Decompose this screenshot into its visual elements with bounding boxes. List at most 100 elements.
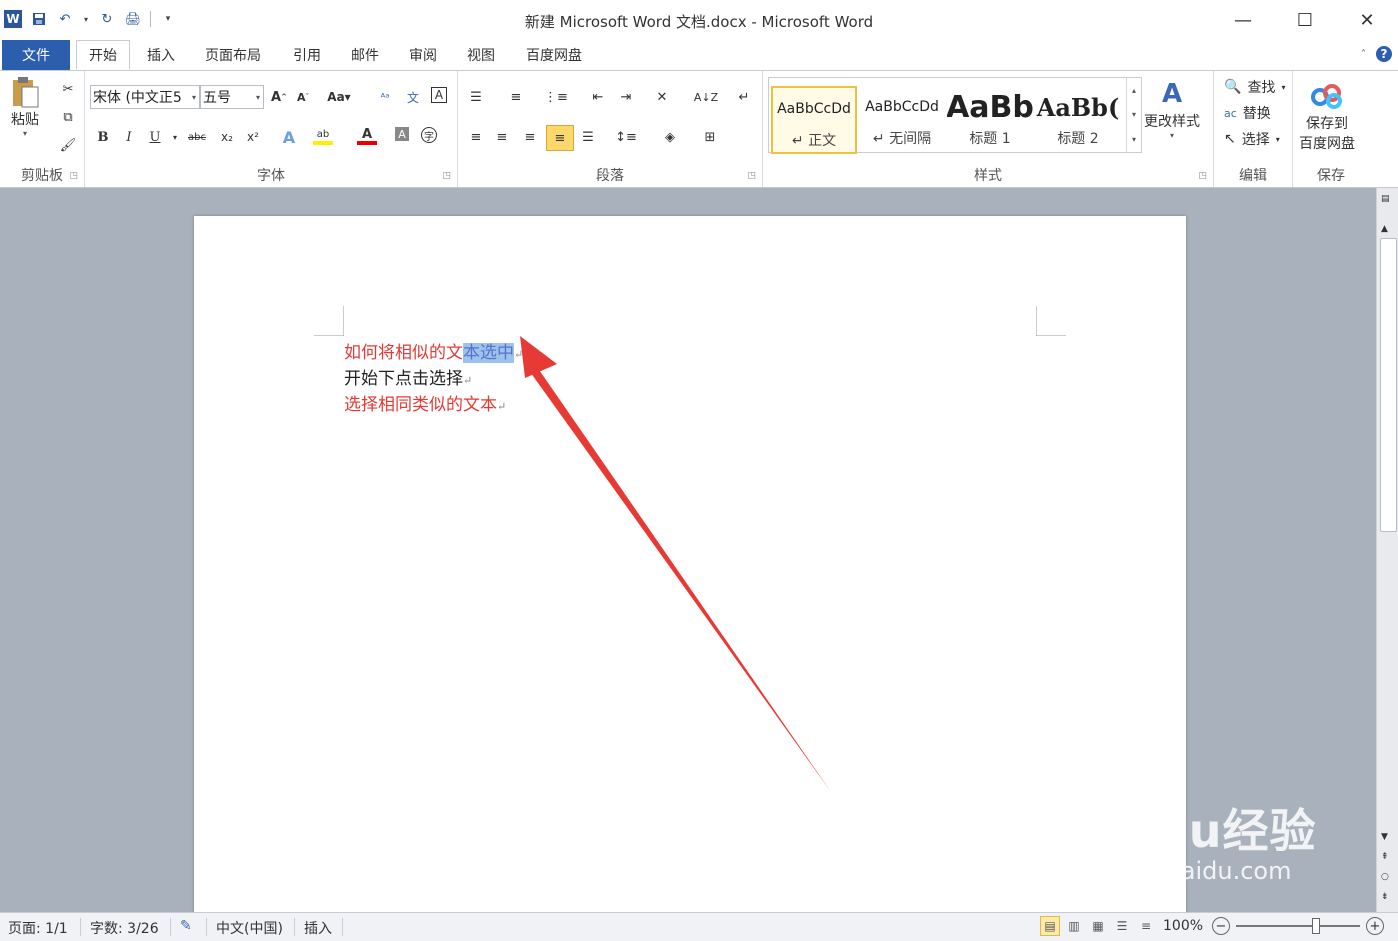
shading-icon[interactable]: ◈ bbox=[660, 127, 680, 147]
styles-gallery-scroll[interactable]: ▴ ▾ ▾ bbox=[1126, 78, 1141, 152]
browse-object-icon[interactable]: ○ bbox=[1381, 872, 1389, 882]
vertical-scrollbar[interactable]: ▤ ▲ ▼ ⇞ ○ ⇟ bbox=[1376, 188, 1398, 912]
superscript-icon[interactable]: x² bbox=[243, 127, 263, 147]
sort-icon[interactable]: A↓Z bbox=[694, 87, 718, 107]
line-spacing-icon[interactable]: ↕≡ bbox=[615, 127, 637, 147]
character-shading-icon[interactable]: A bbox=[395, 127, 409, 141]
align-left-icon[interactable]: ≡ bbox=[466, 127, 486, 147]
select-button[interactable]: ↖ 选择 ▾ bbox=[1224, 129, 1280, 149]
scroll-thumb[interactable] bbox=[1380, 238, 1397, 532]
outline-icon[interactable]: ☰ bbox=[1112, 916, 1132, 936]
show-marks-icon[interactable]: ↵ bbox=[734, 87, 754, 107]
zoom-in-icon[interactable]: + bbox=[1366, 917, 1384, 935]
style-no-spacing[interactable]: AaBbCcDd ↵ 无间隔 bbox=[859, 86, 945, 154]
minimize-button[interactable]: — bbox=[1212, 0, 1274, 40]
tab-baidu-netdisk[interactable]: 百度网盘 bbox=[514, 40, 594, 70]
page-count[interactable]: 页面: 1/1 bbox=[8, 918, 68, 938]
chinese-layout-icon[interactable]: ✕ bbox=[652, 87, 672, 107]
subscript-icon[interactable]: x₂ bbox=[217, 127, 237, 147]
align-center-icon[interactable]: ≡ bbox=[492, 127, 512, 147]
help-icon[interactable]: ? bbox=[1376, 46, 1392, 62]
enclose-characters-icon[interactable]: 字 bbox=[421, 127, 437, 143]
style-heading-1[interactable]: AaBb 标题 1 bbox=[947, 86, 1033, 154]
highlight-color-icon[interactable]: ab bbox=[313, 127, 333, 145]
tab-view[interactable]: 视图 bbox=[456, 40, 506, 70]
save-group-label: 保存 bbox=[1317, 168, 1345, 184]
font-family-combo[interactable]: 宋体 (中文正5 ▾ bbox=[90, 85, 200, 109]
zoom-out-icon[interactable]: − bbox=[1212, 917, 1230, 935]
underline-icon[interactable]: U bbox=[145, 127, 165, 147]
tab-home[interactable]: 开始 bbox=[76, 40, 130, 70]
align-right-icon[interactable]: ≡ bbox=[520, 127, 540, 147]
style-normal[interactable]: AaBbCcDd ↵ 正文 bbox=[771, 86, 857, 154]
save-to-netdisk-button[interactable]: 保存到 百度网盘 bbox=[1299, 79, 1355, 153]
scroll-up-icon[interactable]: ▲ bbox=[1381, 224, 1388, 234]
change-case-icon[interactable]: Aa▾ bbox=[327, 87, 350, 107]
numbering-icon[interactable]: ≡ bbox=[506, 87, 526, 107]
word-count[interactable]: 字数: 3/26 bbox=[90, 918, 159, 938]
bold-icon[interactable]: B bbox=[93, 127, 113, 147]
print-layout-icon[interactable]: ▤ bbox=[1040, 916, 1060, 936]
paragraph-launcher-icon[interactable]: ◳ bbox=[747, 171, 756, 181]
borders-icon[interactable]: ⊞ bbox=[700, 127, 720, 147]
bullets-icon[interactable]: ☰ bbox=[466, 87, 486, 107]
phonetic-guide-icon[interactable]: 文 bbox=[403, 87, 423, 107]
full-screen-reading-icon[interactable]: ▥ bbox=[1064, 916, 1084, 936]
strikethrough-icon[interactable]: abc bbox=[187, 127, 207, 147]
next-page-icon[interactable]: ⇟ bbox=[1381, 892, 1389, 902]
minimize-ribbon-icon[interactable]: ˄ bbox=[1361, 49, 1366, 60]
shrink-font-icon[interactable]: Aˇ bbox=[293, 87, 313, 107]
font-launcher-icon[interactable]: ◳ bbox=[442, 171, 451, 181]
scroll-down-icon[interactable]: ▼ bbox=[1381, 832, 1388, 842]
tab-mailings[interactable]: 邮件 bbox=[340, 40, 390, 70]
change-styles-button[interactable]: A 更改样式 ▾ bbox=[1144, 77, 1200, 140]
font-size-combo[interactable]: 五号 ▾ bbox=[200, 85, 264, 109]
multilevel-list-icon[interactable]: ⋮≡ bbox=[544, 87, 568, 107]
web-layout-icon[interactable]: ▦ bbox=[1088, 916, 1108, 936]
paste-dropdown-icon[interactable]: ▾ bbox=[23, 129, 27, 138]
character-border-icon[interactable]: A bbox=[431, 87, 447, 103]
maximize-button[interactable]: ☐ bbox=[1274, 0, 1336, 40]
zoom-slider-thumb[interactable] bbox=[1312, 918, 1320, 934]
format-painter-icon[interactable]: 🖌 bbox=[58, 135, 78, 155]
clear-formatting-icon[interactable]: ᴬᵃ bbox=[375, 87, 395, 107]
zoom-slider[interactable] bbox=[1236, 918, 1360, 934]
clipboard-group: 粘贴 ▾ ✂ ⧉ 🖌 剪贴板 ◳ bbox=[0, 71, 85, 187]
style-heading-2[interactable]: AaBb( 标题 2 bbox=[1035, 86, 1121, 154]
proofing-icon[interactable]: ✎ bbox=[180, 918, 192, 934]
decrease-indent-icon[interactable]: ⇤ bbox=[588, 87, 608, 107]
tab-page-layout[interactable]: 页面布局 bbox=[194, 40, 272, 70]
clipboard-launcher-icon[interactable]: ◳ bbox=[69, 171, 78, 181]
cut-icon[interactable]: ✂ bbox=[58, 79, 78, 99]
tab-file[interactable]: 文件 bbox=[2, 40, 70, 70]
increase-indent-icon[interactable]: ⇥ bbox=[616, 87, 636, 107]
paragraph-group-label: 段落 bbox=[596, 168, 624, 184]
paste-button[interactable]: 粘贴 ▾ bbox=[8, 75, 42, 138]
select-icon: ↖ bbox=[1224, 131, 1236, 147]
italic-icon[interactable]: I bbox=[119, 127, 139, 147]
ruler-toggle-icon[interactable]: ▤ bbox=[1381, 194, 1390, 204]
draft-icon[interactable]: ≡ bbox=[1136, 916, 1156, 936]
distributed-icon[interactable]: ☰ bbox=[578, 127, 598, 147]
more-icon[interactable]: ▾ bbox=[1132, 135, 1136, 144]
tab-references[interactable]: 引用 bbox=[282, 40, 332, 70]
insert-mode[interactable]: 插入 bbox=[304, 918, 332, 938]
tab-insert[interactable]: 插入 bbox=[136, 40, 186, 70]
zoom-level[interactable]: 100% bbox=[1163, 918, 1203, 934]
style-preview: AaBb( bbox=[1036, 92, 1120, 122]
text-effects-icon[interactable]: A bbox=[279, 127, 299, 147]
replace-button[interactable]: ac 替换 bbox=[1224, 103, 1271, 123]
justify-icon[interactable]: ≡ bbox=[546, 125, 574, 151]
find-button[interactable]: 🔍 查找 ▾ bbox=[1224, 77, 1285, 97]
scroll-down-icon[interactable]: ▾ bbox=[1132, 110, 1136, 119]
language-indicator[interactable]: 中文(中国) bbox=[216, 918, 283, 938]
scroll-up-icon[interactable]: ▴ bbox=[1132, 86, 1136, 95]
underline-dropdown-icon[interactable]: ▾ bbox=[165, 127, 185, 147]
close-button[interactable]: ✕ bbox=[1336, 0, 1398, 40]
styles-launcher-icon[interactable]: ◳ bbox=[1198, 171, 1207, 181]
tab-review[interactable]: 审阅 bbox=[398, 40, 448, 70]
previous-page-icon[interactable]: ⇞ bbox=[1381, 852, 1389, 862]
grow-font-icon[interactable]: A ^ bbox=[269, 87, 289, 107]
copy-icon[interactable]: ⧉ bbox=[58, 107, 78, 127]
font-color-icon[interactable]: A bbox=[357, 127, 377, 145]
